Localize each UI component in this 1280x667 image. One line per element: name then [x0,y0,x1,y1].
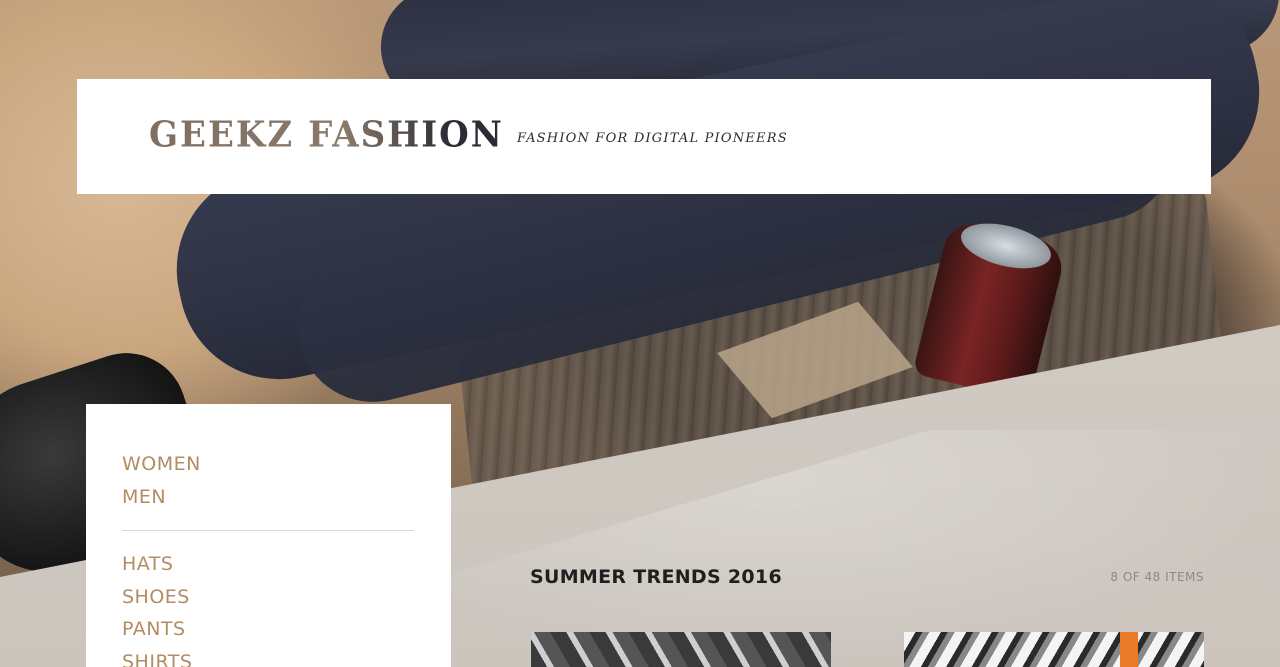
category-nav: HATS SHOES PANTS SHIRTS [122,548,415,667]
site-tagline: FASHION FOR DIGITAL PIONEERS [517,131,788,146]
primary-nav: WOMEN MEN [122,448,415,513]
nav-item-hats[interactable]: HATS [122,548,415,581]
section-title: SUMMER TRENDS 2016 [530,566,782,588]
product-card-2[interactable] [904,632,1204,667]
nav-item-shoes[interactable]: SHOES [122,581,415,614]
site-header: GEEKZ FASHION FASHION FOR DIGITAL PIONEE… [77,79,1211,194]
nav-item-women[interactable]: WOMEN [122,448,415,481]
site-logo[interactable]: GEEKZ FASHION [149,114,504,156]
item-count: 8 OF 48 ITEMS [1110,570,1204,584]
nav-item-shirts[interactable]: SHIRTS [122,646,415,667]
nav-item-pants[interactable]: PANTS [122,613,415,646]
category-sidebar: WOMEN MEN HATS SHOES PANTS SHIRTS [86,404,451,667]
nav-divider [122,530,414,531]
product-card-1[interactable] [531,632,831,667]
nav-item-men[interactable]: MEN [122,481,415,514]
